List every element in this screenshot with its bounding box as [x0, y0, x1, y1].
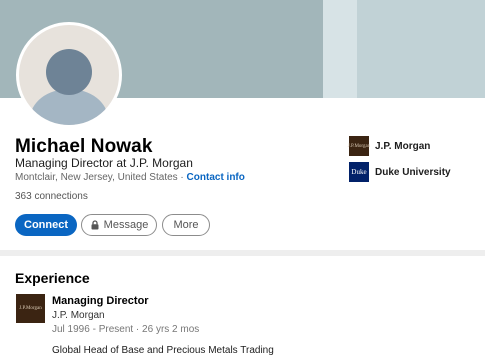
section-divider — [0, 250, 485, 256]
connections-count[interactable]: 363 connections — [15, 191, 88, 202]
avatar[interactable] — [16, 22, 122, 128]
current-company-name: J.P. Morgan — [375, 140, 431, 152]
duke-logo: Duke — [349, 162, 369, 182]
profile-name: Michael Nowak — [15, 136, 153, 157]
banner-band-3 — [357, 0, 485, 98]
current-company-link[interactable]: J.P.Morgan J.P. Morgan — [348, 136, 431, 156]
profile-location: Montclair, New Jersey, United States — [15, 172, 178, 183]
experience-dates: Jul 1996 - Present · 26 yrs 2 mos — [52, 324, 200, 335]
experience-company-logo[interactable]: J.P.Morgan — [16, 294, 45, 323]
education-name: Duke University — [375, 166, 451, 178]
jp-morgan-logo: J.P.Morgan — [348, 136, 370, 156]
profile-page: Michael Nowak Managing Director at J.P. … — [0, 0, 485, 360]
message-button-label: Message — [103, 219, 149, 231]
experience-title: Managing Director — [52, 295, 149, 307]
location-separator: · — [177, 172, 187, 183]
location-line: Montclair, New Jersey, United States · C… — [15, 172, 245, 183]
banner-band-2 — [323, 0, 357, 98]
more-button[interactable]: More — [162, 214, 210, 236]
experience-description: Global Head of Base and Precious Metals … — [52, 345, 274, 356]
lock-icon — [91, 220, 99, 230]
avatar-head-shape — [46, 49, 92, 95]
connect-button[interactable]: Connect — [15, 214, 77, 236]
message-button[interactable]: Message — [81, 214, 157, 236]
profile-headline: Managing Director at J.P. Morgan — [15, 156, 193, 170]
more-button-label: More — [173, 219, 199, 231]
contact-info-link[interactable]: Contact info — [187, 172, 245, 183]
experience-heading: Experience — [15, 270, 90, 286]
experience-company[interactable]: J.P. Morgan — [52, 310, 105, 321]
education-link[interactable]: Duke Duke University — [349, 162, 451, 182]
connect-button-label: Connect — [24, 219, 68, 231]
